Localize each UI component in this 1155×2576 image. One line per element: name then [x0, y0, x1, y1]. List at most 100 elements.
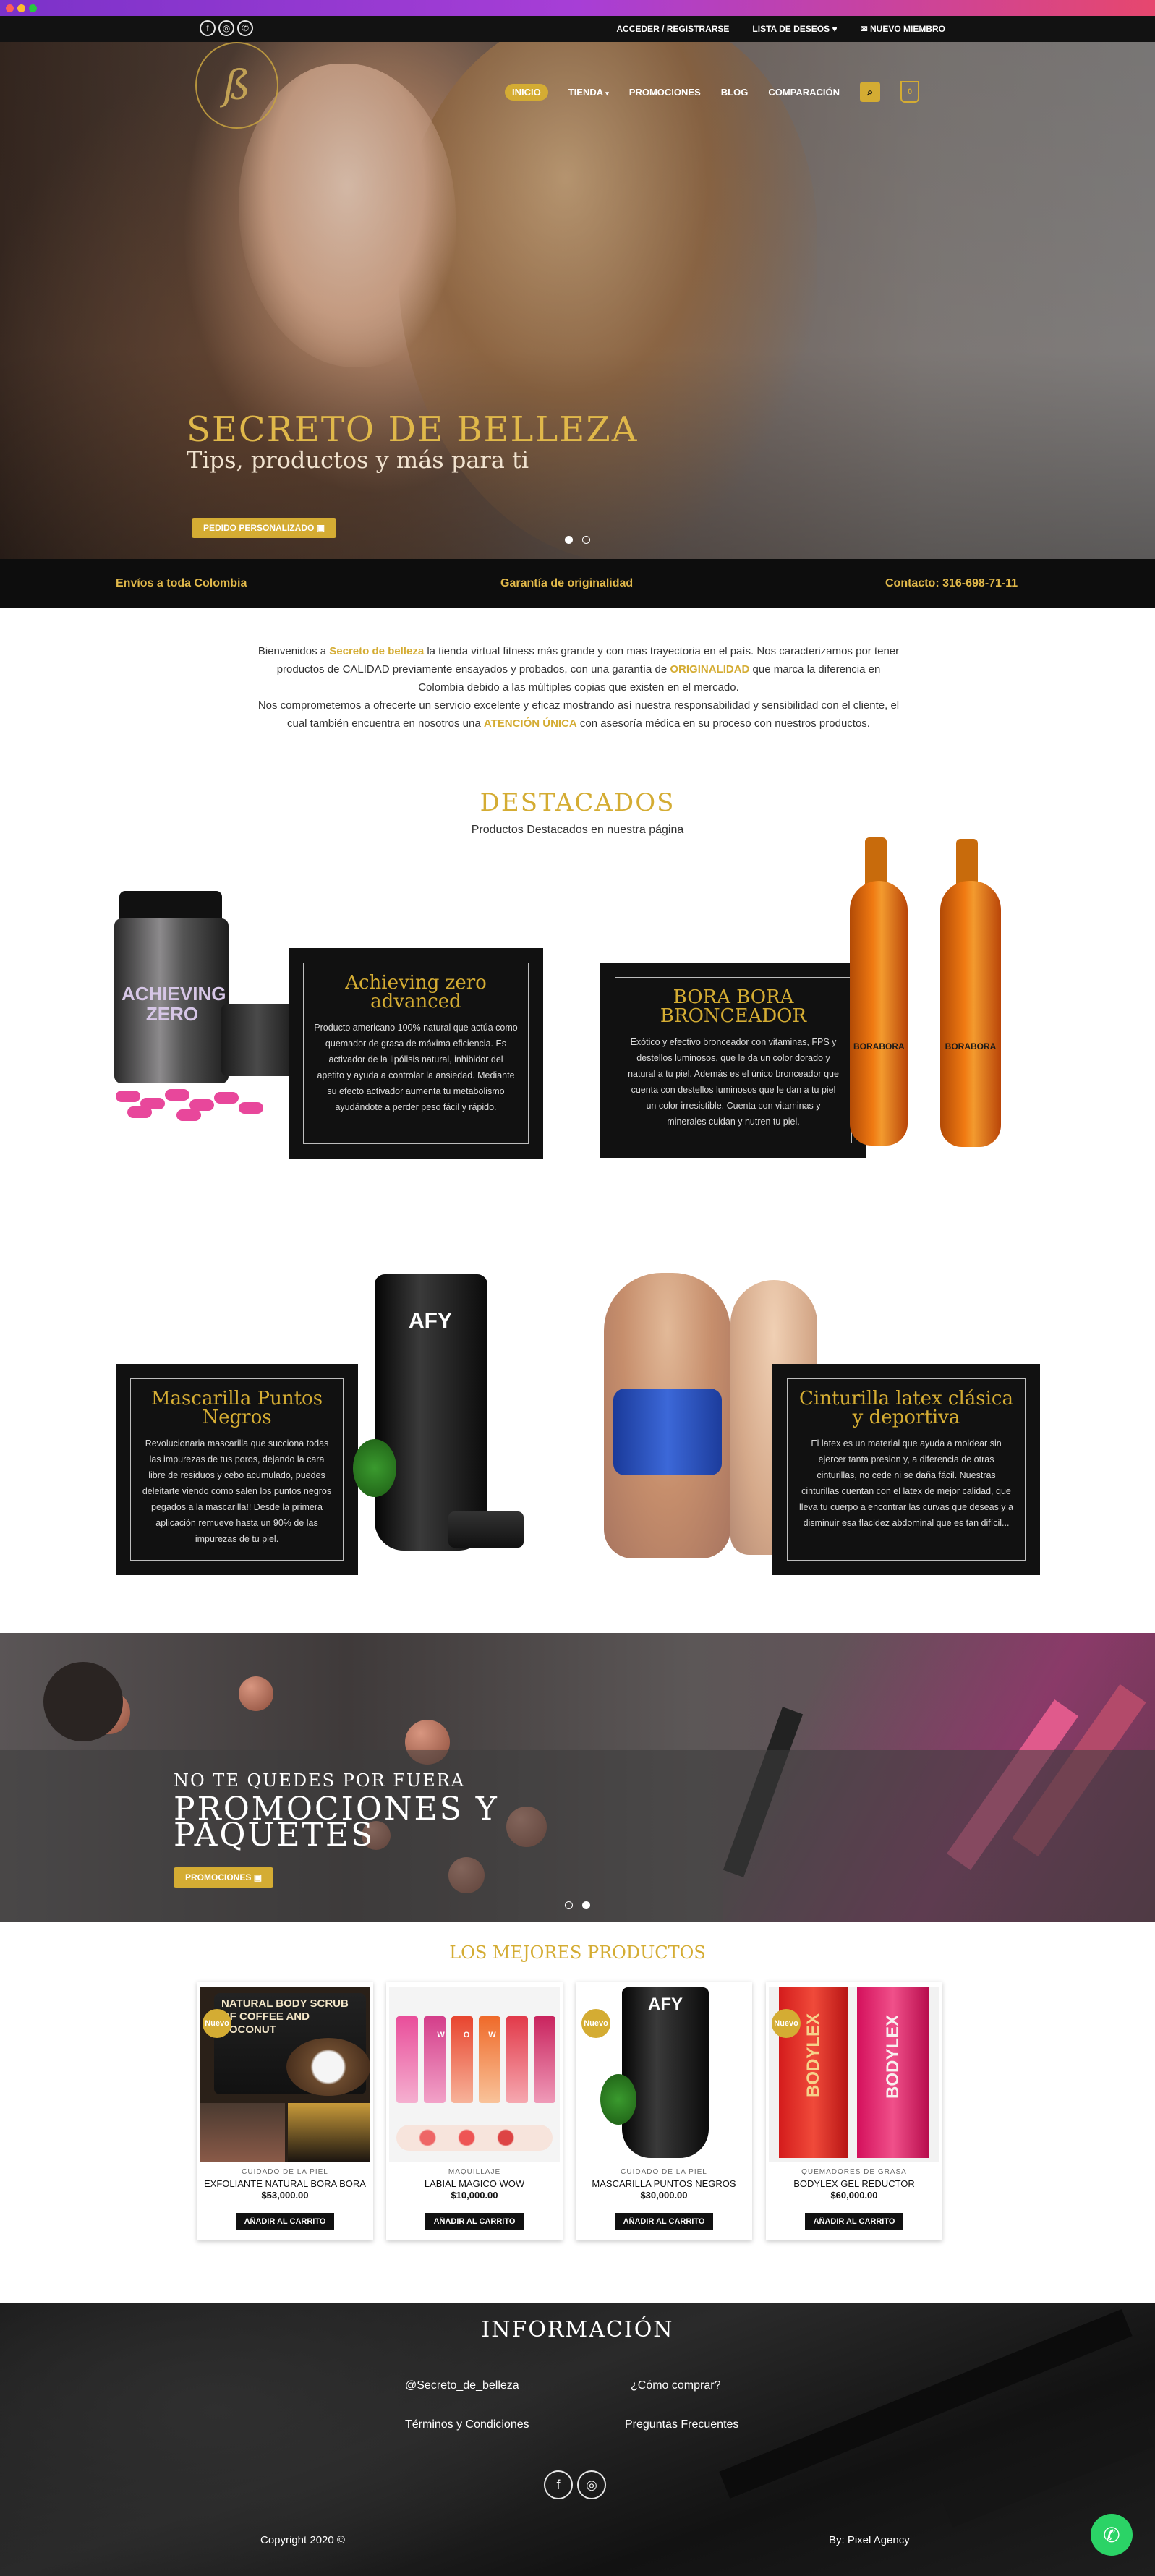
- add-to-cart-button[interactable]: AÑADIR AL CARRITO: [805, 2213, 903, 2230]
- search-icon[interactable]: ⌕: [860, 82, 881, 102]
- product-card[interactable]: NATURAL BODY SCRUB OF COFFEE AND COCONUT…: [197, 1982, 373, 2240]
- page: f ◎ ✆ ACCEDER / REGISTRARSE LISTA DE DES…: [0, 0, 1155, 2576]
- chevron-down-icon: ▾: [605, 89, 609, 97]
- product-price: $53,000.00: [261, 2190, 309, 2201]
- wishlist-link[interactable]: LISTA DE DESEOS ♥: [752, 24, 837, 34]
- product-name[interactable]: BODYLEX GEL REDUCTOR: [766, 2178, 942, 2189]
- bag-icon: ▣: [253, 1872, 263, 1882]
- footer-link-faq[interactable]: Preguntas Frecuentes: [625, 2418, 738, 2431]
- product-category[interactable]: MAQUILLAJE: [386, 2168, 563, 2176]
- originality-highlight: ORIGINALIDAD: [670, 663, 750, 675]
- phone-icon[interactable]: ✆: [237, 20, 253, 36]
- feature-card-text: Revolucionaria mascarilla que succiona t…: [142, 1438, 332, 1544]
- promo-slider-dot-2[interactable]: [582, 1901, 590, 1909]
- nav-item-promociones[interactable]: PROMOCIONES: [629, 87, 701, 98]
- product-price: $60,000.00: [830, 2190, 878, 2201]
- add-to-cart-button[interactable]: AÑADIR AL CARRITO: [615, 2213, 713, 2230]
- hero-title: SECRETO DE BELLEZA: [187, 409, 639, 450]
- new-badge: Nuevo: [581, 2009, 610, 2038]
- nav-item-blog[interactable]: BLOG: [721, 87, 749, 98]
- shipping-info: Envíos a toda Colombia: [116, 577, 247, 589]
- product-image[interactable]: WOW: [389, 1987, 560, 2162]
- brand-highlight: Secreto de belleza: [329, 645, 425, 657]
- feature-card-title: Cinturilla latex clásica y deportiva: [799, 1388, 1013, 1428]
- nav-item-inicio[interactable]: INICIO: [505, 83, 548, 101]
- custom-order-button[interactable]: PEDIDO PERSONALIZADO ▣: [192, 518, 337, 538]
- nav-item-tienda[interactable]: TIENDA ▾: [568, 87, 609, 98]
- feature-card-cinturilla[interactable]: Cinturilla latex clásica y deportiva El …: [772, 1364, 1040, 1575]
- hero-slider: PEDIDO PERSONALIZADO ▣: [0, 42, 1155, 559]
- feature-card-text: Producto americano 100% natural que actú…: [314, 1023, 518, 1112]
- cart-icon[interactable]: 0: [900, 81, 920, 103]
- account-links: ACCEDER / REGISTRARSE LISTA DE DESEOS ♥ …: [616, 16, 945, 42]
- intro-text: Bienvenidos a Secreto de belleza la tien…: [257, 645, 900, 730]
- best-products-title: LOS MEJORES PRODUCTOS: [449, 1942, 706, 1963]
- footer-title: INFORMACIÓN: [481, 2317, 674, 2342]
- copyright: Copyright 2020 ©: [260, 2534, 345, 2546]
- feature-card-title: BORA BORA BRONCEADOR: [660, 986, 807, 1027]
- heart-icon: ♥: [832, 24, 838, 34]
- facebook-icon[interactable]: f: [544, 2470, 573, 2499]
- credit-link[interactable]: By: Pixel Agency: [829, 2534, 910, 2546]
- footer-social: f ◎: [544, 2470, 606, 2499]
- feature-card-text: Exótico y efectivo bronceador con vitami…: [628, 1037, 839, 1127]
- new-badge: Nuevo: [772, 2009, 801, 2038]
- feature-card-achieving-zero[interactable]: Achieving zero advanced Producto america…: [289, 948, 543, 1159]
- main-nav: INICIO TIENDA ▾ PROMOCIONES BLOG COMPARA…: [505, 81, 920, 103]
- product-name[interactable]: EXFOLIANTE NATURAL BORA BORA: [197, 2178, 373, 2189]
- instagram-icon[interactable]: ◎: [218, 20, 234, 36]
- footer-link-how-to-buy[interactable]: ¿Cómo comprar?: [631, 2379, 720, 2392]
- slider-dot-2[interactable]: [582, 536, 590, 544]
- top-bar: f ◎ ✆ ACCEDER / REGISTRARSE LISTA DE DES…: [0, 16, 1155, 42]
- bottle-label: BORABORA: [945, 1041, 997, 1052]
- footer-link-instagram[interactable]: @Secreto_de_belleza: [405, 2379, 519, 2392]
- attention-highlight: ATENCIÓN ÚNICA: [483, 717, 577, 730]
- product-price: $30,000.00: [640, 2190, 688, 2201]
- site-logo[interactable]: ß: [195, 42, 278, 129]
- login-link[interactable]: ACCEDER / REGISTRARSE: [616, 24, 729, 34]
- instagram-icon[interactable]: ◎: [577, 2470, 606, 2499]
- product-category[interactable]: CUIDADO DE LA PIEL: [197, 2168, 373, 2176]
- jar-label: ACHIEVING ZERO: [122, 983, 226, 1025]
- featured-title: DESTACADOS: [480, 788, 675, 817]
- facebook-icon[interactable]: f: [200, 20, 216, 36]
- add-to-cart-button[interactable]: AÑADIR AL CARRITO: [236, 2213, 334, 2230]
- minimize-window-icon[interactable]: [17, 4, 25, 12]
- add-to-cart-button[interactable]: AÑADIR AL CARRITO: [425, 2213, 524, 2230]
- featured-subtitle: Productos Destacados en nuestra página: [471, 824, 684, 836]
- new-member-link[interactable]: ✉ NUEVO MIEMBRO: [861, 24, 945, 34]
- feature-card-title: Mascarilla Puntos Negros: [150, 1388, 323, 1428]
- feature-card-text: El latex es un material que ayuda a mold…: [798, 1438, 1013, 1528]
- hero-subtitle: Tips, productos y más para ti: [187, 446, 529, 474]
- feature-card-bora-bora[interactable]: BORA BORA BRONCEADOR Exótico y efectivo …: [600, 963, 866, 1158]
- bottle-label: BORABORA: [853, 1041, 905, 1052]
- whatsapp-icon[interactable]: ✆: [1091, 2514, 1133, 2556]
- product-name[interactable]: LABIAL MAGICO WOW: [386, 2178, 563, 2189]
- feature-card-mascarilla[interactable]: Mascarilla Puntos Negros Revolucionaria …: [116, 1364, 358, 1575]
- slider-dot-1[interactable]: [565, 536, 573, 544]
- product-card[interactable]: WOW MAQUILLAJE LABIAL MAGICO WOW $10,000…: [386, 1982, 563, 2240]
- info-bar: Envíos a toda Colombia Garantía de origi…: [0, 559, 1155, 608]
- close-window-icon[interactable]: [6, 4, 14, 12]
- browser-chrome: [0, 0, 1155, 16]
- product-name[interactable]: MASCARILLA PUNTOS NEGROS: [576, 2178, 752, 2189]
- promo-slider-dot-1[interactable]: [565, 1901, 573, 1909]
- product-category[interactable]: CUIDADO DE LA PIEL: [576, 2168, 752, 2176]
- nav-item-comparacion[interactable]: COMPARACIÓN: [768, 87, 840, 98]
- social-links: f ◎ ✆: [200, 20, 253, 36]
- promo-kicker: NO TE QUEDES POR FUERA: [174, 1770, 466, 1791]
- bag-icon: ▣: [316, 523, 325, 533]
- envelope-icon: ✉: [860, 24, 868, 34]
- footer: [0, 2303, 1155, 2576]
- new-badge: Nuevo: [203, 2009, 231, 2038]
- promo-title: PROMOCIONES Y PAQUETES: [174, 1791, 499, 1854]
- footer-link-terms[interactable]: Términos y Condiciones: [405, 2418, 529, 2431]
- product-card[interactable]: AFY Nuevo CUIDADO DE LA PIEL MASCARILLA …: [576, 1982, 752, 2240]
- promotions-button[interactable]: PROMOCIONES ▣: [174, 1867, 274, 1888]
- contact-info: Contacto: 316-698-71-11: [885, 577, 1018, 589]
- product-price: $10,000.00: [451, 2190, 498, 2201]
- product-category[interactable]: QUEMADORES DE GRASA: [766, 2168, 942, 2176]
- feature-card-title: Achieving zero advanced: [345, 972, 487, 1012]
- maximize-window-icon[interactable]: [29, 4, 37, 12]
- product-card[interactable]: BODYLEX BODYLEX Nuevo QUEMADORES DE GRAS…: [766, 1982, 942, 2240]
